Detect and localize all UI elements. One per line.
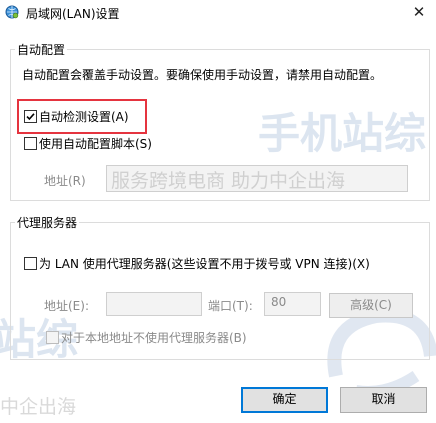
bypass-local-label[interactable]: 对于本地地址不使用代理服务器(B) [61,329,247,346]
auto-detect-label[interactable]: 自动检测设置(A) [39,108,129,125]
close-button[interactable]: ✕ [407,0,431,24]
script-address-label: 地址(R) [44,174,86,188]
checkbox-unchecked-icon[interactable] [46,331,59,344]
title-bar: 局域网(LAN)设置 ✕ [0,0,436,24]
watermark-text-main: 服务跨境电商 助力中企出海 [111,170,346,192]
ok-button[interactable]: 确定 [241,387,328,413]
watermark-text-left: 中企出海 [0,396,77,418]
use-proxy-label[interactable]: 为 LAN 使用代理服务器(这些设置不用于拨号或 VPN 连接)(X) [39,255,370,272]
network-settings-icon [5,5,19,19]
advanced-button[interactable]: 高级(C) [329,293,413,318]
cancel-button[interactable]: 取消 [340,387,427,413]
auto-config-group-title: 自动配置 [15,41,68,58]
use-script-label[interactable]: 使用自动配置脚本(S) [39,135,152,152]
proxy-address-label: 地址(E): [44,299,89,313]
auto-config-description: 自动配置会覆盖手动设置。要确保使用手动设置，请禁用自动配置。 [22,68,383,82]
proxy-group-title: 代理服务器 [15,214,80,231]
proxy-address-field[interactable] [106,292,202,316]
proxy-port-label: 端口(T): [208,299,253,313]
window-title: 局域网(LAN)设置 [26,7,120,21]
checkbox-unchecked-icon[interactable] [24,257,37,270]
checkbox-unchecked-icon[interactable] [24,137,37,150]
proxy-port-field[interactable]: 80 [264,292,321,316]
checkbox-checked-icon[interactable] [24,110,37,123]
